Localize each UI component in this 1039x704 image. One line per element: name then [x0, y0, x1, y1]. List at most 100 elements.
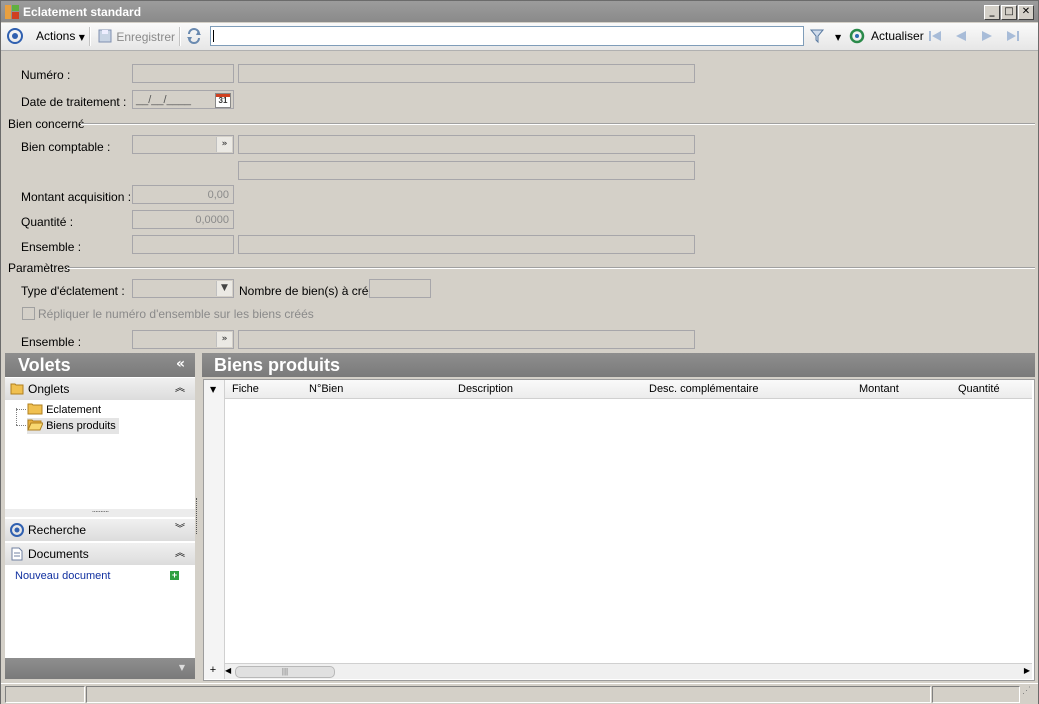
column-header-quantite[interactable]: Quantité [958, 380, 1000, 398]
minimize-button[interactable]: _ [984, 5, 1000, 20]
actions-label: Actions [36, 29, 76, 43]
column-header-desc-complementaire[interactable]: Desc. complémentaire [649, 380, 758, 398]
date-value: __/__/____ [136, 94, 192, 106]
bien-comptable-description[interactable] [238, 135, 695, 154]
status-bar: ⋰ [1, 683, 1038, 704]
numero-input[interactable] [132, 64, 234, 83]
double-chevron-down-icon[interactable]: » [216, 137, 232, 152]
chevron-up-icon[interactable]: ︽ [175, 543, 185, 565]
bien-comptable-label: Bien comptable : [21, 140, 111, 154]
next-record-icon[interactable] [979, 29, 995, 43]
column-header-description[interactable]: Description [458, 380, 513, 398]
bien-comptable-select[interactable]: » [132, 135, 234, 154]
status-cell [932, 686, 1020, 703]
filter-dropdown-icon[interactable]: ▼ [835, 33, 841, 42]
refresh-icon[interactable] [849, 28, 865, 44]
tree-item-eclatement[interactable]: Eclatement [27, 402, 101, 418]
column-header-numero-bien[interactable]: N°Bien [309, 380, 343, 398]
calendar-icon[interactable]: 31 [215, 93, 231, 108]
window-title: Eclatement standard [23, 5, 142, 19]
resize-grip-icon[interactable]: ⋰ [1022, 686, 1031, 695]
tree-item-biens-produits[interactable]: Biens produits [27, 418, 119, 434]
first-record-icon[interactable] [927, 29, 943, 43]
biens-produits-title: Biens produits [214, 355, 341, 375]
save-label: Enregistrer [116, 30, 176, 44]
app-icon [5, 5, 19, 19]
sync-icon[interactable] [186, 28, 202, 44]
save-button[interactable]: Enregistrer [97, 28, 175, 44]
type-eclatement-select[interactable]: ▼ [132, 279, 234, 298]
chevron-down-icon[interactable]: ︾ [175, 519, 185, 541]
folder-icon [10, 383, 24, 395]
dropdown-arrow-icon: ▼ [78, 33, 85, 42]
title-bar[interactable]: Eclatement standard _ □ ✕ [1, 1, 1038, 22]
last-record-icon[interactable] [1005, 29, 1021, 43]
add-row-icon[interactable]: + [207, 664, 219, 678]
ensemble2-label: Ensemble : [21, 335, 82, 349]
chevron-down-icon[interactable]: ▼ [216, 281, 232, 296]
collapse-pane-icon[interactable]: « [176, 356, 185, 372]
open-folder-icon [27, 419, 44, 431]
bien-comptable-description-2[interactable] [238, 161, 695, 180]
tree-item-label: Eclatement [46, 404, 102, 416]
nombre-biens-label: Nombre de bien(s) à créer : [239, 284, 386, 298]
nombre-biens-input[interactable] [369, 279, 431, 298]
pane-footer: ▼ [5, 658, 195, 679]
date-label: Date de traitement : [21, 95, 127, 109]
toolbar: Actions ▼ Enregistrer ▼ Actualiser [1, 23, 1038, 51]
row-header-column: ▼ [204, 380, 225, 679]
splitter-grip[interactable]: ·········· [5, 508, 195, 517]
montant-input[interactable]: 0,00 [132, 185, 234, 204]
maximize-button[interactable]: □ [1001, 5, 1017, 20]
volets-pane: Volets « Onglets ︽ Eclatement Biens prod… [5, 353, 195, 679]
repliquer-checkbox[interactable] [22, 307, 35, 320]
text-caret [213, 30, 214, 42]
date-input[interactable]: __/__/____ 31 [132, 90, 234, 109]
target-icon [10, 523, 24, 537]
ensemble-description[interactable] [238, 235, 695, 254]
previous-record-icon[interactable] [953, 29, 969, 43]
folder-icon [27, 403, 43, 415]
documents-group-header[interactable]: Documents ︽ [5, 543, 195, 565]
column-header-montant[interactable]: Montant [859, 380, 899, 398]
calendar-day: 31 [218, 96, 228, 105]
column-chooser-icon[interactable]: ▼ [210, 385, 216, 394]
parametres-header: Paramètres [8, 261, 71, 275]
filter-icon[interactable] [809, 28, 825, 44]
recherche-group-header[interactable]: Recherche ︾ [5, 519, 195, 541]
repliquer-label: Répliquer le numéro d'ensemble sur les b… [38, 307, 314, 321]
target-icon[interactable] [7, 28, 23, 44]
horizontal-scrollbar[interactable]: + ◀ ||| ▶ [210, 663, 1032, 679]
nouveau-document-link[interactable]: Nouveau document [15, 570, 110, 582]
search-input[interactable] [210, 26, 804, 46]
section-divider [67, 267, 1035, 269]
pane-splitter[interactable] [196, 498, 200, 534]
type-eclatement-label: Type d'éclatement : [21, 284, 125, 298]
grid-header-row: Fiche N°Bien Description Desc. complémen… [225, 380, 1032, 399]
ensemble2-description[interactable] [238, 330, 695, 349]
volets-title: Volets [18, 355, 71, 375]
bien-concerne-header: Bien concerné [8, 117, 85, 131]
quantite-input[interactable]: 0,0000 [132, 210, 234, 229]
scroll-thumb[interactable]: ||| [235, 666, 335, 678]
add-icon[interactable]: + [170, 571, 179, 580]
scroll-right-icon[interactable]: ▶ [1024, 666, 1030, 675]
volets-header: Volets « [5, 353, 195, 377]
tree-line [16, 409, 26, 411]
numero-description-input[interactable] [238, 64, 695, 83]
recherche-label: Recherche [28, 523, 87, 537]
overflow-menu-icon[interactable]: ▼ [179, 663, 185, 672]
section-divider [81, 123, 1035, 125]
actions-menu[interactable]: Actions ▼ [36, 28, 85, 44]
scroll-left-icon[interactable]: ◀ [225, 666, 231, 675]
ensemble-input[interactable] [132, 235, 234, 254]
chevron-up-icon[interactable]: ︽ [175, 378, 185, 400]
onglets-group-header[interactable]: Onglets ︽ [5, 378, 195, 400]
document-icon [11, 547, 23, 561]
ensemble2-select[interactable]: » [132, 330, 234, 349]
double-chevron-down-icon[interactable]: » [216, 332, 232, 347]
refresh-button[interactable]: Actualiser [871, 28, 924, 44]
close-button[interactable]: ✕ [1018, 5, 1034, 20]
toolbar-separator [179, 27, 181, 46]
column-header-fiche[interactable]: Fiche [232, 380, 259, 398]
